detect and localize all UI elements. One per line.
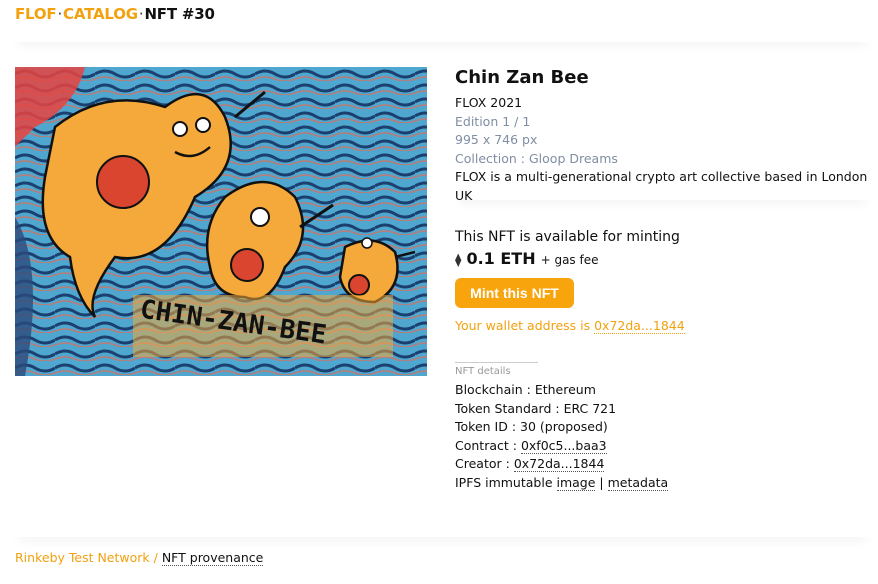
breadcrumb-separator: ·: [138, 5, 144, 23]
gas-fee-note: + gas fee: [540, 253, 599, 267]
details-divider: [455, 362, 538, 363]
nft-dimensions: 995 x 746 px: [455, 132, 538, 147]
network-label: Rinkeby Test Network /: [15, 550, 158, 565]
detail-token-id: Token ID : 30 (proposed): [455, 419, 608, 434]
wallet-address-link[interactable]: 0x72da...1844: [594, 318, 685, 334]
wallet-prefix: Your wallet address is: [455, 318, 591, 333]
nft-title: Chin Zan Bee: [455, 67, 589, 88]
nft-artwork-illustration: CHIN-ZAN-BEE: [15, 67, 427, 376]
footer: Rinkeby Test Network / NFT provenance: [15, 550, 264, 566]
mint-availability: This NFT is available for minting: [455, 229, 680, 245]
nft-provenance-link[interactable]: NFT provenance: [161, 550, 264, 566]
ipfs-metadata-link[interactable]: metadata: [607, 474, 669, 491]
ipfs-separator: |: [599, 474, 604, 490]
nft-collection: Collection : Gloop Dreams: [455, 150, 618, 166]
ipfs-prefix: IPFS immutable: [455, 474, 553, 490]
header-divider: [15, 30, 870, 42]
ipfs-image-link[interactable]: image: [556, 474, 596, 491]
breadcrumb-separator: ·: [57, 5, 63, 23]
detail-blockchain: Blockchain : Ethereum: [455, 382, 596, 397]
info-divider: [455, 188, 870, 200]
ethereum-icon: ⧫: [455, 253, 462, 268]
mint-panel: This NFT is available for minting ⧫ 0.1 …: [455, 229, 875, 334]
contract-address-link[interactable]: 0xf0c5...baa3: [520, 437, 607, 454]
detail-token-standard: Token Standard : ERC 721: [455, 400, 617, 416]
price-row: ⧫ 0.1 ETH + gas fee: [455, 249, 875, 268]
breadcrumb-catalog-link[interactable]: CATALOG: [63, 5, 138, 23]
detail-creator: Creator : 0x72da...1844: [455, 455, 875, 474]
detail-contract: Contract : 0xf0c5...baa3: [455, 437, 875, 456]
breadcrumb-home-link[interactable]: FLOF: [15, 5, 57, 23]
contract-prefix: Contract :: [455, 437, 517, 453]
mint-nft-button[interactable]: Mint this NFT: [455, 278, 574, 308]
breadcrumb-current: NFT #30: [144, 5, 215, 23]
details-label: NFT details: [455, 366, 511, 377]
nft-artist-year: FLOX 2021: [455, 95, 523, 110]
nft-artwork-image: CHIN-ZAN-BEE: [15, 67, 427, 376]
price-value: 0.1 ETH: [466, 249, 536, 268]
creator-address-link[interactable]: 0x72da...1844: [513, 456, 605, 472]
wallet-address-row: Your wallet address is 0x72da...1844: [455, 318, 875, 334]
nft-details: NFT details Blockchain : Ethereum Token …: [455, 362, 875, 492]
nft-info-panel: Chin Zan Bee FLOX 2021 Edition 1 / 1 995…: [455, 67, 875, 205]
footer-divider: [15, 525, 870, 537]
nft-edition: Edition 1 / 1: [455, 113, 531, 129]
detail-ipfs: IPFS immutable image | metadata: [455, 474, 875, 493]
breadcrumb: FLOF·CATALOG·NFT #30: [15, 5, 215, 23]
creator-prefix: Creator :: [455, 456, 510, 471]
